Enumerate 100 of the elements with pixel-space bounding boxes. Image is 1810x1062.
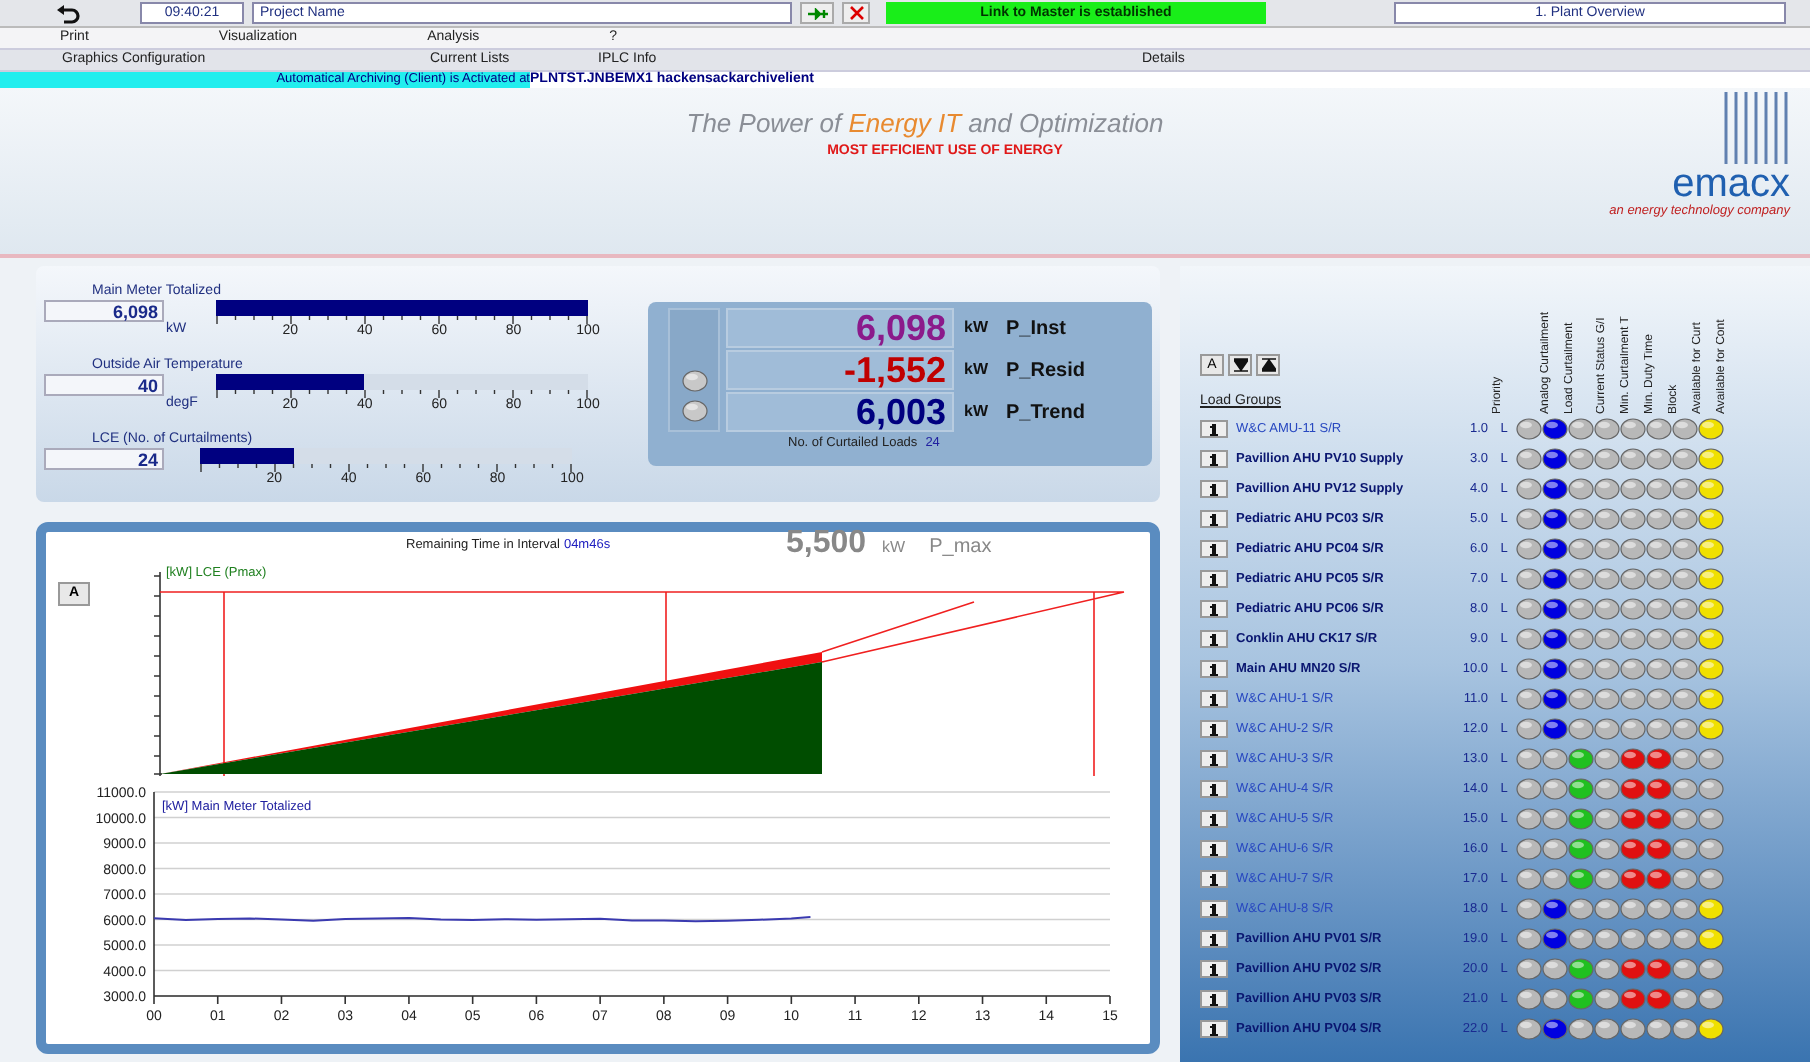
row-info-button[interactable]	[1200, 780, 1228, 798]
status-lamp-icon	[1646, 868, 1672, 890]
status-lamp-icon	[1672, 988, 1698, 1010]
row-info-button[interactable]	[1200, 540, 1228, 558]
status-lamp-icon	[1542, 1018, 1568, 1040]
row-info-button[interactable]	[1200, 810, 1228, 828]
row-info-button[interactable]	[1200, 510, 1228, 528]
row-info-button[interactable]	[1200, 630, 1228, 648]
figure-icon	[1210, 573, 1218, 585]
scale-ticks-icon	[216, 315, 588, 323]
status-lamp-icon	[1568, 988, 1594, 1010]
status-lamp-icon	[1542, 748, 1568, 770]
status-lamp-icon	[1646, 418, 1672, 440]
status-lamp-icon	[1542, 808, 1568, 830]
status-lamp-icon	[1568, 658, 1594, 680]
status-lamp-icon	[1542, 628, 1568, 650]
status-lamp-icon	[1698, 418, 1724, 440]
status-lamp-icon	[1516, 808, 1542, 830]
close-icon	[849, 6, 863, 20]
figure-icon	[1210, 723, 1218, 735]
row-info-button[interactable]	[1200, 420, 1228, 438]
row-info-button[interactable]	[1200, 1020, 1228, 1038]
row-info-button[interactable]	[1200, 840, 1228, 858]
status-lamp-icon	[1516, 988, 1542, 1010]
row-info-button[interactable]	[1200, 750, 1228, 768]
status-lamp-icon	[1620, 988, 1646, 1010]
status-lamp-icon	[1620, 568, 1646, 590]
status-lamp-icon	[1594, 838, 1620, 860]
status-lamp-icon	[1698, 628, 1724, 650]
scroll-bottom-button[interactable]	[1228, 354, 1252, 376]
row-info-button[interactable]	[1200, 480, 1228, 498]
status-lamp-icon	[1646, 958, 1672, 980]
status-lamp-icon	[1620, 628, 1646, 650]
status-lamp-icon	[1594, 598, 1620, 620]
pmax-unit: kW	[882, 536, 906, 560]
status-lamp-icon	[1672, 868, 1698, 890]
status-lamp-icon	[1542, 688, 1568, 710]
status-lamp-icon	[1646, 658, 1672, 680]
status-lamp-icon	[1594, 658, 1620, 680]
row-info-button[interactable]	[1200, 870, 1228, 888]
status-lamp-icon	[1646, 478, 1672, 500]
status-lamp-icon	[1620, 1018, 1646, 1040]
status-lamp-icon	[1516, 1018, 1542, 1040]
close-button[interactable]	[842, 2, 870, 24]
status-lamp-icon	[1516, 778, 1542, 800]
row-info-button[interactable]	[1200, 900, 1228, 918]
status-lamp-icon	[1542, 928, 1568, 950]
status-lamp-icon	[1516, 748, 1542, 770]
status-lamp-icon	[1698, 508, 1724, 530]
row-info-button[interactable]	[1200, 990, 1228, 1008]
status-lamp-icon	[1672, 838, 1698, 860]
status-lamp-icon	[1620, 448, 1646, 470]
status-lamp-icon	[1698, 898, 1724, 920]
status-lamp-icon	[1620, 838, 1646, 860]
status-lamp-icon	[1542, 718, 1568, 740]
status-lamp-icon	[1646, 688, 1672, 710]
status-lamp-icon	[1698, 538, 1724, 560]
row-info-button[interactable]	[1200, 660, 1228, 678]
row-info-button[interactable]	[1200, 690, 1228, 708]
status-lamp-icon	[1698, 928, 1724, 950]
figure-icon	[1210, 423, 1218, 435]
row-info-button[interactable]	[1200, 600, 1228, 618]
row-info-button[interactable]	[1200, 930, 1228, 948]
connect-button[interactable]	[800, 2, 834, 24]
status-lamp-icon	[1516, 568, 1542, 590]
status-lamp-icon	[1646, 838, 1672, 860]
undo-icon[interactable]	[56, 3, 80, 23]
status-lamp-icon	[1672, 478, 1698, 500]
status-lamp-icon	[1568, 568, 1594, 590]
status-lamp-icon	[1516, 838, 1542, 860]
status-lamp-icon	[1542, 478, 1568, 500]
pmax-name: P_max	[929, 534, 992, 562]
figure-icon	[1210, 1023, 1218, 1035]
figure-icon	[1210, 453, 1218, 465]
status-lamp-icon	[1620, 718, 1646, 740]
row-info-button[interactable]	[1200, 450, 1228, 468]
row-info-button[interactable]	[1200, 570, 1228, 588]
status-lamp-icon	[1620, 778, 1646, 800]
status-lamp-icon	[1568, 958, 1594, 980]
status-lamp-icon	[1594, 1018, 1620, 1040]
status-lamp-icon	[1698, 598, 1724, 620]
status-lamp-icon	[1646, 538, 1672, 560]
row-info-button[interactable]	[1200, 960, 1228, 978]
scroll-top-button[interactable]	[1256, 354, 1280, 376]
status-lamp-icon	[1620, 418, 1646, 440]
figure-icon	[1210, 633, 1218, 645]
status-lamp-icon	[1698, 688, 1724, 710]
status-lamp-icon	[1698, 658, 1724, 680]
status-lamp-icon	[1568, 718, 1594, 740]
power-value: 6,003	[726, 392, 954, 432]
figure-icon	[1210, 513, 1218, 525]
status-lamp-icon	[1542, 898, 1568, 920]
status-lamp-icon	[1516, 718, 1542, 740]
power-unit: kW	[962, 316, 990, 340]
row-info-button[interactable]	[1200, 720, 1228, 738]
status-lamp-icon	[1516, 538, 1542, 560]
status-lamp-icon	[1542, 658, 1568, 680]
status-lamp-icon	[1516, 628, 1542, 650]
status-lamp-icon	[1594, 418, 1620, 440]
status-lamp-icon	[1646, 898, 1672, 920]
